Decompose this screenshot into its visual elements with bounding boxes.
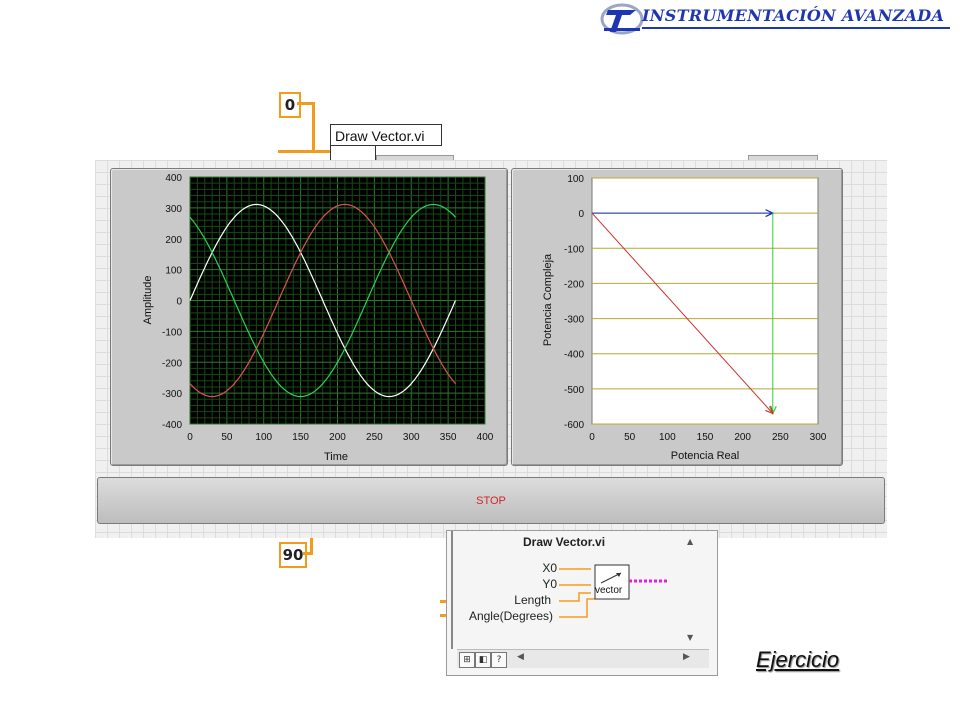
scroll-right-icon[interactable]: ▶ [683,652,690,662]
help-scrollbar[interactable]: ▲ ▼ [687,537,697,647]
subvi-label: Draw Vector.vi [330,124,442,146]
xy-graph: 100 0 -100 -200 -300 -400 -500 -600 0 50 100 150 20… [542,174,827,462]
terminal-x0: X0 [542,561,557,575]
terminal-length: Length [514,593,551,607]
x-tick-label: 50 [624,432,636,443]
context-help-window[interactable]: Draw Vector.vi X0 Y0 Length Angle(Degree… [446,530,718,676]
y-tick-label: -200 [564,279,584,290]
y-tick-label: 0 [578,209,584,220]
y-axis-label: Potencia Compleja [542,253,554,346]
header-title: INSTRUMENTACIÓN AVANZADA [642,6,945,25]
scroll-left-icon[interactable]: ◀ [517,652,524,662]
waveform-graph: 400 300 200 100 0 -100 -200 -300 -400 0 50 100 150 2… [142,173,494,463]
x-tick-label: 150 [697,432,714,443]
x-tick-labels: 0 50 100 150 200 250 300 350 400 [187,432,494,443]
detail-icon[interactable]: ◧ [475,652,491,668]
x-tick-label: 0 [187,432,193,443]
lock-icon[interactable]: ⊞ [459,652,475,668]
x-tick-label: 300 [403,432,420,443]
x-tick-label: 50 [221,432,233,443]
x-tick-label: 100 [255,432,272,443]
constant-top[interactable]: 0 [279,92,301,118]
y-tick-label: -200 [162,358,182,369]
y-tick-label: 100 [165,266,182,277]
y-tick-label: -600 [564,420,584,431]
terminal-angle: Angle(Degrees) [468,609,553,623]
x-tick-label: 300 [810,432,827,443]
help-toolbar: ⊞ ◧ ? ◀ ▶ [457,649,709,668]
wire [312,102,315,152]
constant-bottom[interactable]: 90 [279,542,307,568]
x-tick-labels: 0 50 100 150 200 250 300 [589,432,827,443]
x-tick-label: 200 [734,432,751,443]
y-tick-label: -500 [564,385,584,396]
y-tick-labels: 400 300 200 100 0 -100 -200 -300 -400 [162,173,182,431]
y-tick-label: 300 [165,204,182,215]
terminal-y0: Y0 [542,577,557,591]
faculty-logo-icon [600,3,644,35]
stop-button[interactable]: STOP [97,477,885,524]
footer-label: Ejercicio [756,647,840,672]
y-tick-label: -300 [564,315,584,326]
x-tick-label: 250 [772,432,789,443]
y-tick-label: 0 [176,297,182,308]
stop-button-label: STOP [476,494,506,507]
y-tick-label: 200 [165,235,182,246]
y-tick-label: 400 [165,173,182,184]
x-axis-label: Potencia Real [671,450,740,462]
y-axis-label: Amplitude [142,276,154,325]
x-tick-label: 200 [329,432,346,443]
y-tick-label: -400 [162,420,182,431]
x-tick-label: 350 [440,432,457,443]
x-tick-label: 250 [366,432,383,443]
y-tick-label: 100 [567,174,584,185]
y-tick-labels: 100 0 -100 -200 -300 -400 -500 -600 [564,174,584,431]
help-question-icon[interactable]: ? [491,652,507,668]
wire [297,102,313,105]
x-tick-label: 150 [292,432,309,443]
vi-icon-label: vector [595,585,623,596]
y-tick-label: -400 [564,350,584,361]
x-tick-label: 100 [659,432,676,443]
y-tick-label: -100 [564,244,584,255]
x-tick-label: 0 [589,432,595,443]
plot-area[interactable] [591,177,819,425]
y-tick-label: -300 [162,389,182,400]
x-tick-label: 400 [477,432,494,443]
wire [310,538,313,554]
wire [278,150,332,153]
header-underline [642,27,950,29]
help-title: Draw Vector.vi [523,535,606,549]
x-axis-label: Time [324,451,348,463]
y-tick-label: -100 [162,327,182,338]
